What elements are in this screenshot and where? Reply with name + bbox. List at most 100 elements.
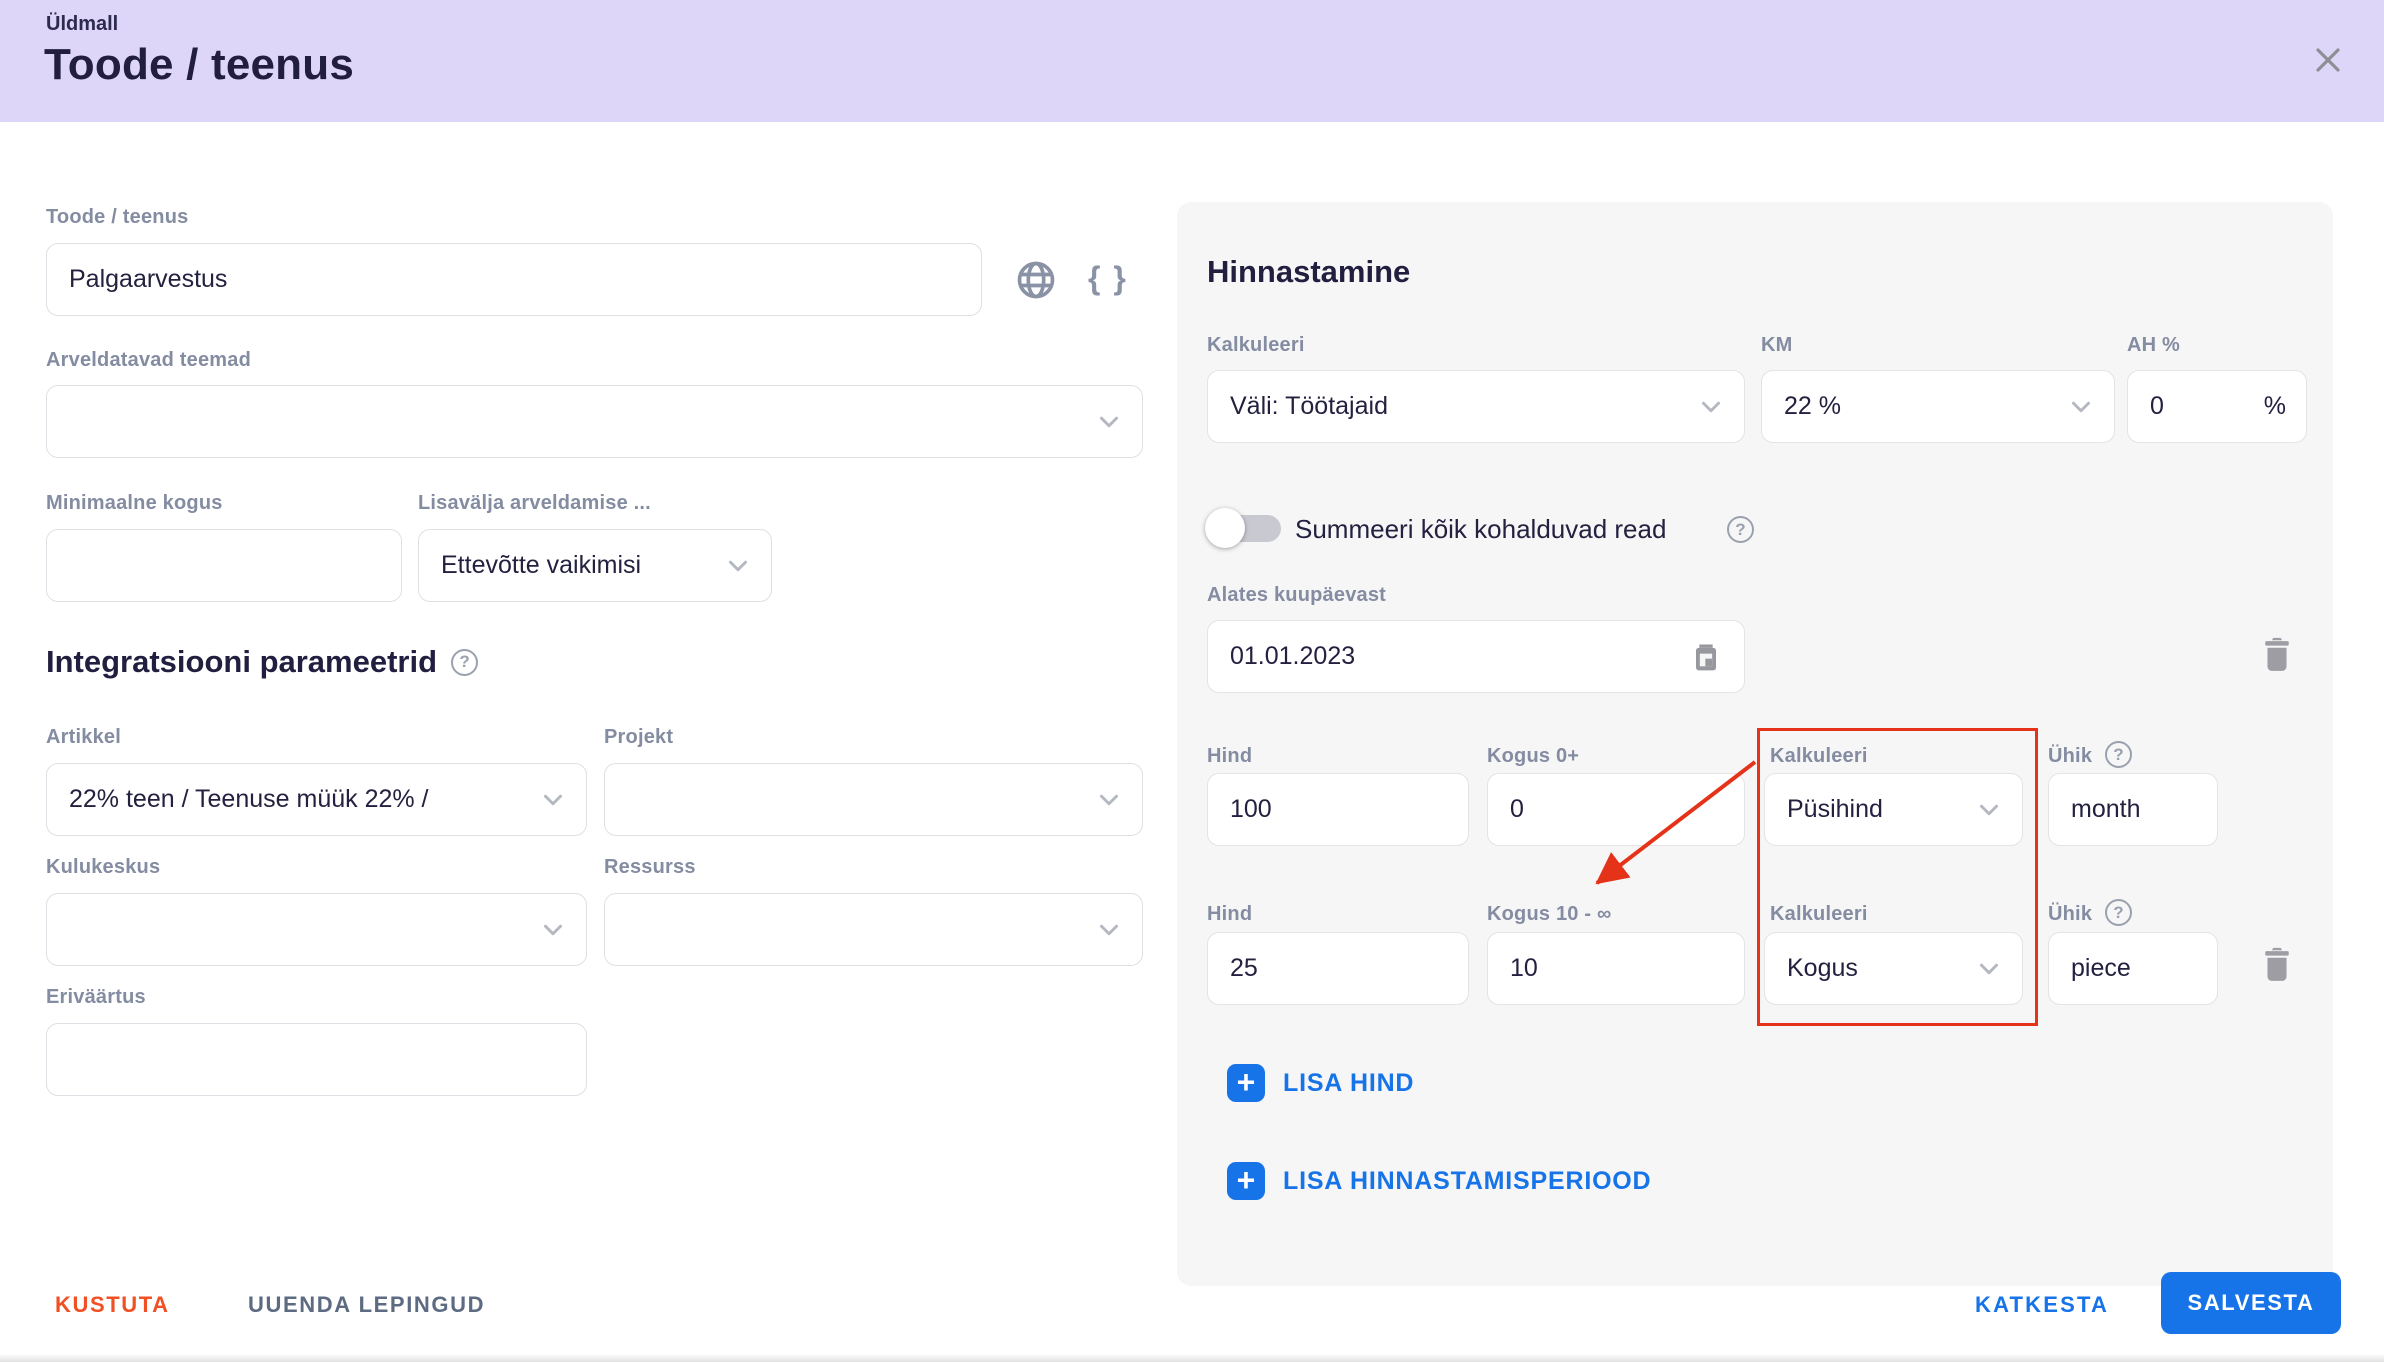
integration-section-heading: Integratsiooni parameetrid ? — [46, 644, 479, 680]
artikkel-select[interactable]: 22% teen / Teenuse müük 22% / — [46, 763, 587, 836]
braces-icon: { } — [1088, 260, 1128, 296]
product-name-label: Toode / teenus — [46, 206, 189, 228]
hind-label-row2: Hind — [1207, 903, 1253, 925]
hind-input-row1[interactable] — [1207, 773, 1469, 846]
kalkuleeri-label: Kalkuleeri — [1207, 334, 1305, 356]
trash-icon — [2265, 637, 2289, 671]
km-label: KM — [1761, 334, 1793, 356]
sum-applicable-rows-toggle[interactable] — [1205, 508, 1281, 548]
chevron-down-icon — [1100, 794, 1118, 805]
kalkuleeri-label-row1: Kalkuleeri — [1770, 745, 1868, 767]
integration-heading-text: Integratsiooni parameetrid — [46, 644, 438, 679]
page-title: Toode / teenus — [44, 40, 355, 89]
start-date-input[interactable]: 01.01.2023 — [1207, 620, 1745, 693]
cancel-button[interactable]: KATKESTA — [1975, 1288, 2109, 1322]
chevron-down-icon — [1100, 924, 1118, 935]
modal-bottom-shadow — [0, 1354, 2384, 1362]
kalkuleeri-select[interactable]: Väli: Töötajaid — [1207, 370, 1745, 443]
km-select[interactable]: 22 % — [1761, 370, 2115, 443]
artikkel-value: 22% teen / Teenuse müük 22% / — [69, 785, 429, 813]
ressurss-label: Ressurss — [604, 856, 696, 878]
variables-button[interactable]: { } — [1088, 260, 1128, 297]
calendar-icon[interactable] — [1686, 637, 1726, 677]
plus-icon: + — [1227, 1064, 1265, 1102]
update-contracts-button[interactable]: UUENDA LEPINGUD — [248, 1288, 485, 1322]
artikkel-label: Artikkel — [46, 726, 121, 748]
kogus-input-row2[interactable] — [1487, 932, 1745, 1005]
delete-period-button[interactable] — [2255, 632, 2299, 679]
ah-label: AH % — [2127, 334, 2181, 356]
projekt-label: Projekt — [604, 726, 674, 748]
ah-input[interactable]: 0 % — [2127, 370, 2307, 443]
ressurss-select[interactable] — [604, 893, 1143, 966]
kulukeskus-select[interactable] — [46, 893, 587, 966]
start-date-label: Alates kuupäevast — [1207, 584, 1387, 606]
help-icon[interactable]: ? — [1727, 516, 1754, 543]
min-quantity-label: Minimaalne kogus — [46, 492, 223, 514]
toggle-knob-icon — [1205, 508, 1245, 548]
yhik-input-row2[interactable] — [2048, 932, 2218, 1005]
save-button[interactable]: SALVESTA — [2161, 1272, 2341, 1334]
product-service-modal: Üldmall Toode / teenus Toode / teenus { … — [0, 0, 2384, 1362]
yhik-input-row1[interactable] — [2048, 773, 2218, 846]
ah-suffix: % — [2263, 392, 2286, 420]
close-button[interactable] — [2306, 38, 2350, 82]
kulukeskus-label: Kulukeskus — [46, 856, 161, 878]
kogus-label-row1: Kogus 0+ — [1487, 745, 1580, 767]
product-name-input[interactable] — [46, 243, 982, 316]
kalkuleeri-select-row1[interactable]: Püsihind — [1764, 773, 2023, 846]
pricing-heading-text: Hinnastamine — [1207, 254, 1411, 289]
help-icon[interactable]: ? — [2105, 741, 2132, 768]
hind-label-row1: Hind — [1207, 745, 1253, 767]
trash-icon — [2265, 947, 2289, 981]
chevron-down-icon — [1100, 416, 1118, 427]
modal-header: Üldmall Toode / teenus — [0, 0, 2384, 122]
min-quantity-input[interactable] — [46, 529, 402, 602]
kalkuleeri-value-row1: Püsihind — [1787, 795, 1883, 823]
add-period-label: LISA HINNASTAMISPERIOOD — [1283, 1166, 1652, 1195]
extra-field-label: Lisavälja arveldamise ... — [418, 492, 651, 514]
yhik-label-row1: Ühik — [2048, 745, 2093, 767]
translate-button[interactable] — [1014, 258, 1058, 305]
ah-value: 0 — [2150, 392, 2164, 420]
chevron-down-icon — [544, 924, 562, 935]
add-price-button[interactable]: + LISA HIND — [1227, 1064, 1414, 1102]
kogus-input-row1[interactable] — [1487, 773, 1745, 846]
extra-field-value: Ettevõtte vaikimisi — [441, 551, 642, 579]
projekt-select[interactable] — [604, 763, 1143, 836]
chevron-down-icon — [729, 560, 747, 571]
billable-topics-select[interactable] — [46, 385, 1143, 458]
kogus-label-row2: Kogus 10 - ∞ — [1487, 903, 1612, 925]
plus-icon: + — [1227, 1162, 1265, 1200]
kalkuleeri-value-row2: Kogus — [1787, 954, 1858, 982]
erivaartus-input[interactable] — [46, 1023, 587, 1096]
kalkuleeri-select-row2[interactable]: Kogus — [1764, 932, 2023, 1005]
extra-field-select[interactable]: Ettevõtte vaikimisi — [418, 529, 772, 602]
help-icon[interactable]: ? — [451, 648, 479, 676]
chevron-down-icon — [1702, 401, 1720, 412]
globe-icon — [1017, 261, 1055, 299]
chevron-down-icon — [1980, 963, 1998, 974]
chevron-down-icon — [1980, 804, 1998, 815]
billable-topics-label: Arveldatavad teemad — [46, 349, 252, 371]
add-price-label: LISA HIND — [1283, 1068, 1415, 1097]
yhik-label-row2: Ühik — [2048, 903, 2093, 925]
erivaartus-label: Eriväärtus — [46, 986, 146, 1008]
chevron-down-icon — [544, 794, 562, 805]
add-pricing-period-button[interactable]: + LISA HINNASTAMISPERIOOD — [1227, 1162, 1651, 1200]
close-icon — [2316, 48, 2340, 72]
hind-input-row2[interactable] — [1207, 932, 1469, 1005]
chevron-down-icon — [2072, 401, 2090, 412]
km-value: 22 % — [1784, 392, 1841, 420]
kalkuleeri-label-row2: Kalkuleeri — [1770, 903, 1868, 925]
help-icon[interactable]: ? — [2105, 899, 2132, 926]
delete-button[interactable]: KUSTUTA — [55, 1288, 170, 1322]
template-eyebrow: Üldmall — [46, 13, 119, 35]
annotation-arrow — [1595, 760, 1757, 885]
pricing-heading: Hinnastamine — [1207, 254, 1410, 290]
kalkuleeri-value: Väli: Töötajaid — [1230, 392, 1388, 420]
start-date-value: 01.01.2023 — [1230, 642, 1356, 670]
delete-price-row-button[interactable] — [2255, 942, 2299, 989]
pricing-panel: Hinnastamine Kalkuleeri Väli: Töötajaid … — [1177, 202, 2333, 1286]
sum-toggle-label: Summeeri kõik kohalduvad read — [1295, 514, 1667, 544]
